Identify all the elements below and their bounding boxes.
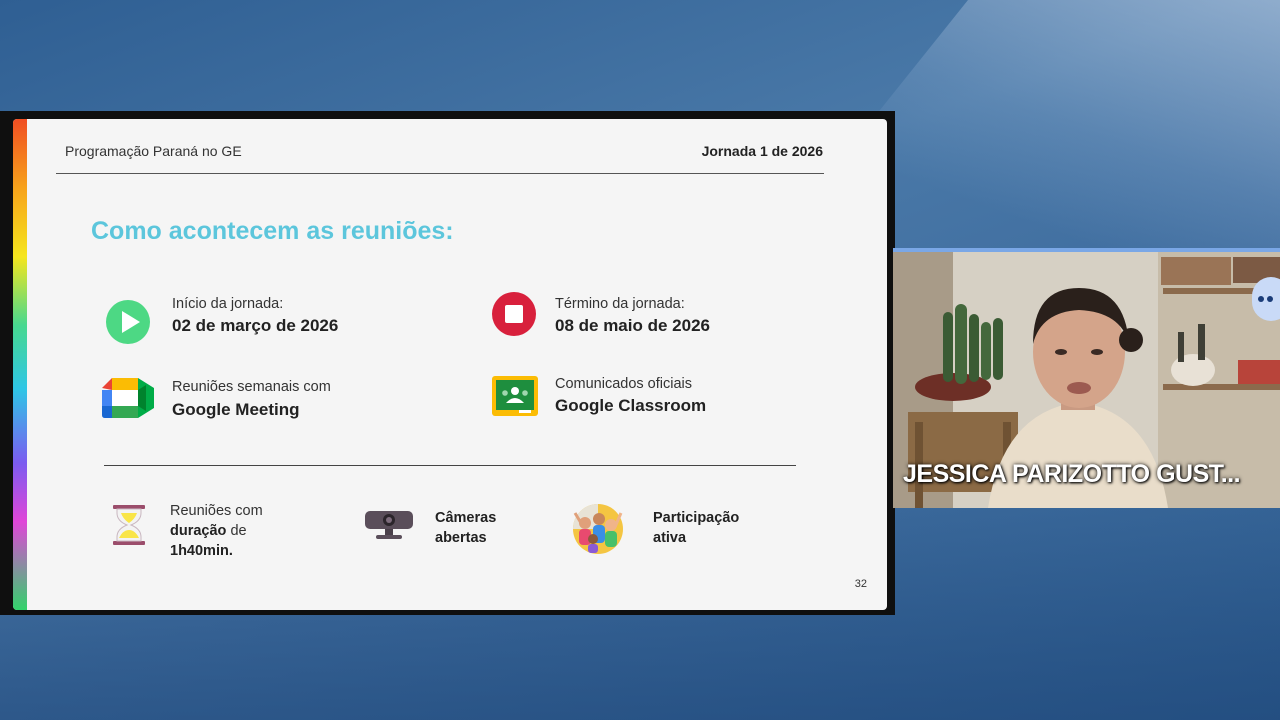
- section-divider: [104, 465, 796, 466]
- rainbow-bar: [13, 119, 27, 610]
- slide-header-left: Programação Paraná no GE: [65, 143, 242, 159]
- duration-line2-bold: duração: [170, 523, 227, 539]
- hourglass-icon: [111, 503, 147, 552]
- participation-line2: ativa: [653, 530, 687, 546]
- screen-share-frame: Programação Paraná no GE Jornada 1 de 20…: [0, 111, 895, 615]
- slide-title: Como acontecem as reuniões:: [91, 217, 454, 245]
- more-options-icon[interactable]: [1252, 277, 1280, 321]
- classroom-label: Comunicados oficiais: [555, 376, 693, 392]
- meet-value: Google Meeting: [172, 400, 300, 419]
- google-classroom-icon: [491, 375, 541, 425]
- header-divider: [56, 173, 824, 174]
- google-meet-icon: [100, 376, 154, 426]
- presentation-slide: Programação Paraná no GE Jornada 1 de 20…: [13, 119, 887, 610]
- slide-header: Programação Paraná no GE Jornada 1 de 20…: [65, 143, 823, 163]
- end-label: Término da jornada:: [555, 296, 685, 312]
- play-icon: [105, 299, 155, 349]
- duration-line2-rest: de: [226, 523, 247, 539]
- duration-line3: 1h40min.: [170, 543, 233, 559]
- slide-page-number: 32: [854, 578, 867, 590]
- participation-line1: Participação: [653, 510, 740, 526]
- meet-label: Reuniões semanais com: [172, 379, 331, 395]
- people-group-icon: [569, 499, 627, 560]
- webcam-icon: [363, 507, 415, 548]
- start-value: 02 de março de 2026: [172, 316, 339, 335]
- participant-name-label: JESSICA PARIZOTTO GUST...: [903, 460, 1241, 488]
- cameras-line1: Câmeras: [435, 510, 497, 526]
- slide-header-right: Jornada 1 de 2026: [701, 143, 823, 159]
- classroom-value: Google Classroom: [555, 396, 707, 415]
- start-label: Início da jornada:: [172, 296, 284, 312]
- cameras-line2: abertas: [435, 530, 487, 546]
- stop-icon: [491, 291, 541, 341]
- participant-video-tile[interactable]: JESSICA PARIZOTTO GUST...: [893, 248, 1280, 508]
- duration-line1: Reuniões com: [170, 503, 263, 519]
- end-value: 08 de maio de 2026: [555, 316, 710, 335]
